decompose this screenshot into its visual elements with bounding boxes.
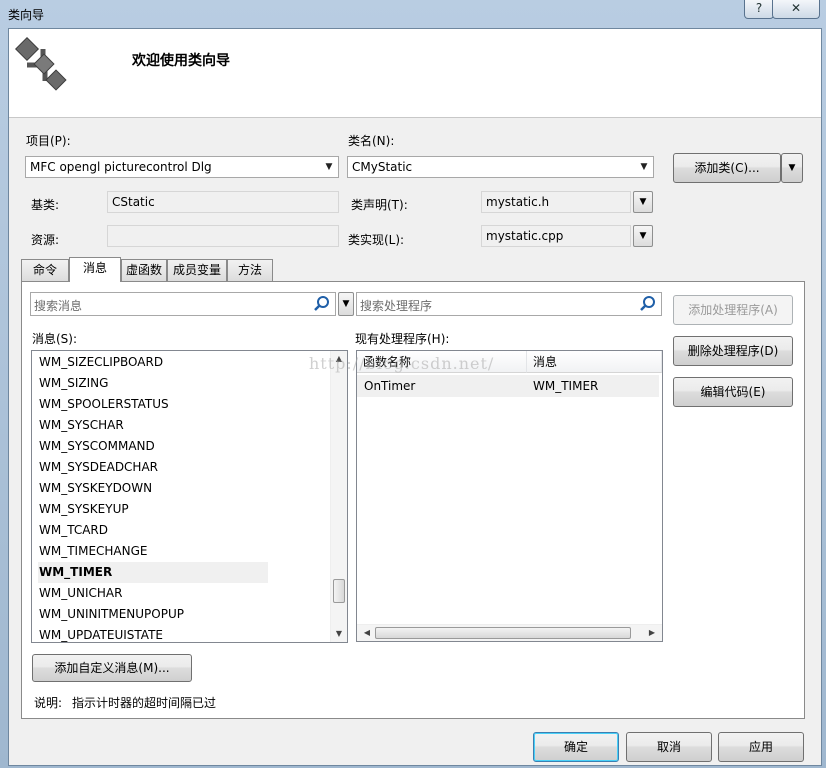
messages-label: 消息(S): xyxy=(32,332,78,346)
decl-field: mystatic.h xyxy=(481,191,631,213)
project-value: MFC opengl picturecontrol Dlg xyxy=(30,160,212,174)
list-item[interactable]: WM_UPDATEUISTATE xyxy=(38,625,268,642)
message-search-box[interactable]: 搜索消息 xyxy=(30,292,336,316)
scroll-thumb[interactable] xyxy=(375,627,631,639)
list-item[interactable]: WM_TIMECHANGE xyxy=(38,541,268,562)
description-label: 说明: xyxy=(34,696,63,710)
base-field: CStatic xyxy=(107,191,339,213)
decl-value: mystatic.h xyxy=(486,195,550,209)
chevron-down-icon: ▼ xyxy=(342,299,350,309)
classname-combo[interactable]: CMyStatic ▼ xyxy=(347,156,654,178)
list-item[interactable]: WM_SYSCHAR xyxy=(38,415,268,436)
list-item[interactable]: WM_SYSKEYUP xyxy=(38,499,268,520)
delete-handler-button[interactable]: 删除处理程序(D) xyxy=(673,336,793,366)
impl-value: mystatic.cpp xyxy=(486,229,564,243)
scroll-right-icon[interactable]: ▶ xyxy=(644,628,660,637)
description-text: 指示计时器的超时间隔已过 xyxy=(72,696,217,710)
tab-virtual-functions[interactable]: 虚函数 xyxy=(121,259,167,281)
message-search-input[interactable]: 搜索消息 xyxy=(34,297,82,314)
decl-dropdown-button[interactable]: ▼ xyxy=(633,191,653,213)
chevron-down-icon: ▼ xyxy=(639,197,647,207)
add-class-dropdown-button[interactable]: ▼ xyxy=(781,153,803,183)
close-button[interactable]: ✕ xyxy=(772,0,820,19)
message-list-scrollbar[interactable]: ▲ ▼ xyxy=(330,351,347,642)
edit-code-button[interactable]: 编辑代码(E) xyxy=(673,377,793,407)
window-title: 类向导 xyxy=(8,8,45,22)
project-combo[interactable]: MFC opengl picturecontrol Dlg ▼ xyxy=(25,156,339,178)
tab-commands[interactable]: 命令 xyxy=(21,259,69,281)
add-custom-message-button[interactable]: 添加自定义消息(M)... xyxy=(32,654,192,682)
tab-member-variables[interactable]: 成员变量 xyxy=(167,259,227,281)
tab-methods[interactable]: 方法 xyxy=(227,259,273,281)
message-list[interactable]: WM_SIZECLIPBOARD WM_SIZING WM_SPOOLERSTA… xyxy=(31,350,348,643)
chevron-down-icon: ▼ xyxy=(788,163,796,173)
base-label: 基类: xyxy=(31,198,60,212)
cancel-button[interactable]: 取消 xyxy=(626,732,712,762)
classname-label: 类名(N): xyxy=(348,134,395,148)
handler-search-box[interactable]: 搜索处理程序 xyxy=(356,292,662,316)
resource-field xyxy=(107,225,339,247)
impl-dropdown-button[interactable]: ▼ xyxy=(633,225,653,247)
message-filter-dropdown-button[interactable]: ▼ xyxy=(338,292,354,316)
scroll-down-icon[interactable]: ▼ xyxy=(331,629,347,638)
class-wizard-logo-icon xyxy=(15,36,67,91)
watermark: http://blog.csdn.net/ xyxy=(309,354,495,373)
handlers-label: 现有处理程序(H): xyxy=(355,332,450,346)
scroll-thumb[interactable] xyxy=(333,579,345,603)
header-title: 欢迎使用类向导 xyxy=(132,53,230,69)
chevron-down-icon: ▼ xyxy=(640,162,648,172)
resource-label: 资源: xyxy=(31,233,60,247)
project-label: 项目(P): xyxy=(26,134,71,148)
column-header-message[interactable]: 消息 xyxy=(527,351,662,373)
dialog-client: 欢迎使用类向导 项目(P): MFC opengl picturecontrol… xyxy=(8,28,822,766)
base-value: CStatic xyxy=(112,195,155,209)
table-row[interactable]: OnTimer WM_TIMER xyxy=(357,375,659,397)
scroll-left-icon[interactable]: ◀ xyxy=(359,628,375,637)
table-cell-function: OnTimer xyxy=(364,379,416,393)
search-icon[interactable] xyxy=(313,295,331,313)
impl-label: 类实现(L): xyxy=(348,233,405,247)
title-bar[interactable]: 类向导 ? ✕ xyxy=(0,0,826,28)
table-cell-message: WM_TIMER xyxy=(533,379,599,393)
chevron-down-icon: ▼ xyxy=(639,231,647,241)
list-item[interactable]: WM_SPOOLERSTATUS xyxy=(38,394,268,415)
add-class-button[interactable]: 添加类(C)... xyxy=(673,153,781,183)
handler-search-input[interactable]: 搜索处理程序 xyxy=(360,297,432,314)
add-handler-button[interactable]: 添加处理程序(A) xyxy=(673,295,793,325)
list-item[interactable]: WM_TCARD xyxy=(38,520,268,541)
search-icon[interactable] xyxy=(639,295,657,313)
impl-field: mystatic.cpp xyxy=(481,225,631,247)
list-item[interactable]: WM_SIZECLIPBOARD xyxy=(38,352,268,373)
list-item[interactable]: WM_SYSCOMMAND xyxy=(38,436,268,457)
classname-value: CMyStatic xyxy=(352,160,413,174)
wizard-header: 欢迎使用类向导 xyxy=(9,29,821,118)
handler-list-hscrollbar[interactable]: ◀ ▶ xyxy=(357,624,662,641)
ok-button[interactable]: 确定 xyxy=(533,732,619,762)
tab-messages[interactable]: 消息 xyxy=(69,257,121,282)
decl-label: 类声明(T): xyxy=(351,198,408,212)
help-button[interactable]: ? xyxy=(744,0,774,19)
list-item[interactable]: WM_UNINITMENUPOPUP xyxy=(38,604,268,625)
handler-list[interactable]: 函数名称 消息 OnTimer WM_TIMER ◀ ▶ xyxy=(356,350,663,642)
list-item-selected[interactable]: WM_TIMER xyxy=(38,562,268,583)
chevron-down-icon: ▼ xyxy=(325,162,333,172)
list-item[interactable]: WM_SYSKEYDOWN xyxy=(38,478,268,499)
class-wizard-window: 类向导 ? ✕ 欢迎使用类向导 项目(P): MFC opengl pictur… xyxy=(0,0,826,768)
list-item[interactable]: WM_SYSDEADCHAR xyxy=(38,457,268,478)
list-item[interactable]: WM_SIZING xyxy=(38,373,268,394)
list-item[interactable]: WM_UNICHAR xyxy=(38,583,268,604)
apply-button[interactable]: 应用 xyxy=(718,732,804,762)
